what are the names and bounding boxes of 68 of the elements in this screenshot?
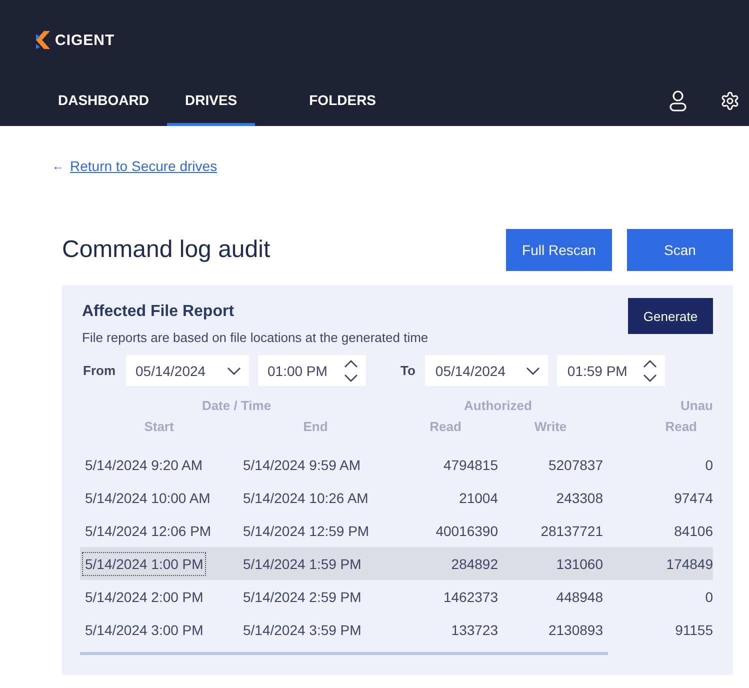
table-cell: 21004 (459, 490, 498, 506)
table-row[interactable]: 5/14/2024 3:00 PM 5/14/2024 3:59 PM 133723 2130893 91155 (80, 613, 713, 646)
chevron-down-icon (226, 366, 240, 374)
table-cell: 131060 (556, 556, 603, 572)
table-row[interactable]: 5/14/2024 10:00 AM 5/14/2024 10:26 AM 21004 243308 97474 (80, 481, 713, 514)
column-header: Read (664, 419, 698, 434)
table-cell: 40016390 (436, 522, 498, 538)
page-title: Command log audit (62, 236, 272, 264)
column-header: End (302, 419, 329, 434)
table-cell: 28137721 (540, 522, 603, 538)
filter-label: From (83, 363, 116, 378)
table-cell-text: 5/14/2024 9:59 AM (242, 456, 361, 472)
table-row[interactable]: 5/14/2024 2:00 PM 5/14/2024 2:59 PM 1462373 448948 0 (80, 580, 713, 613)
report-note: File reports are based on file locations at the generated time (82, 330, 430, 345)
table-cell: 1462373 (443, 588, 498, 604)
logo-text: CIGENT (55, 32, 115, 48)
table-cell-text: 5/14/2024 10:00 AM (84, 490, 210, 506)
date-field[interactable]: 05/14/2024 (126, 355, 248, 386)
back-arrow: ← (52, 159, 64, 173)
generate-button[interactable]: Generate (628, 298, 713, 334)
group-header: Date / Time (200, 398, 272, 413)
table-cell-text: 5/14/2024 12:59 PM (242, 522, 370, 538)
table-cell: 0 (705, 588, 713, 604)
table-cell: 4794815 (443, 456, 498, 472)
table-row[interactable]: 5/14/2024 12:06 PM 5/14/2024 12:59 PM 40016390 28137721 84106 (80, 514, 713, 547)
date-field[interactable]: 05/14/2024 (425, 355, 548, 386)
scan-button[interactable]: Scan (627, 229, 733, 271)
table-cell-text: 5/14/2024 9:20 AM (84, 456, 203, 472)
table-cell: 174849 (666, 556, 713, 572)
report-title: Affected File Report (81, 302, 234, 321)
time-field[interactable]: 01:00 PM (258, 355, 366, 386)
table-cell: 97474 (674, 490, 713, 506)
nav-tab[interactable]: DRIVES (167, 76, 256, 126)
table-cell-text: 5/14/2024 10:26 AM (242, 490, 368, 506)
table-cell-text: 5/14/2024 3:00 PM (84, 622, 204, 638)
scrollbar[interactable] (80, 652, 608, 655)
column-header: Read (428, 419, 462, 434)
table-cell: 284892 (451, 556, 498, 572)
table-cell: 5207837 (548, 456, 603, 472)
table-cell: 243308 (556, 490, 603, 506)
table-row[interactable]: 5/14/2024 1:00 PM 5/14/2024 1:59 PM 284892 131060 174849 (80, 547, 713, 580)
nav-tab[interactable]: DASHBOARD (40, 76, 167, 126)
table-cell: 91155 (675, 622, 713, 638)
column-header: Write (533, 419, 568, 434)
table-cell-text: 5/14/2024 12:06 PM (84, 522, 212, 538)
logo-icon (34, 30, 52, 50)
table-cell-text: 5/14/2024 2:00 PM (84, 588, 204, 604)
table-cell-text: 5/14/2024 3:59 PM (242, 622, 362, 638)
table-cell: 2130893 (548, 622, 603, 638)
column-header: Start (143, 419, 175, 434)
group-header: Authorized (463, 398, 533, 413)
full-rescan-button[interactable]: Full Rescan (506, 229, 612, 271)
table-cell: 0 (705, 456, 713, 472)
spinner-icon (344, 358, 358, 382)
table-cell: 448948 (556, 588, 603, 604)
nav-tab[interactable]: FOLDERS (291, 76, 394, 126)
time-field[interactable]: 01:59 PM (557, 355, 666, 386)
table-row[interactable]: 5/14/2024 9:20 AM 5/14/2024 9:59 AM 4794815 5207837 0 (80, 448, 713, 481)
table-cell-text: 5/14/2024 2:59 PM (242, 588, 362, 604)
spinner-icon (643, 358, 658, 382)
table-cell: 84106 (674, 522, 713, 538)
table-cell: 133723 (451, 622, 498, 638)
back-link[interactable]: Return to Secure drives (70, 158, 218, 174)
chevron-down-icon (526, 366, 540, 374)
filter-label: To (400, 363, 416, 378)
group-header: Unau (680, 398, 713, 413)
table-cell: 5/14/2024 1:00 PM (80, 550, 208, 578)
table-cell-text: 5/14/2024 1:59 PM (242, 556, 362, 572)
